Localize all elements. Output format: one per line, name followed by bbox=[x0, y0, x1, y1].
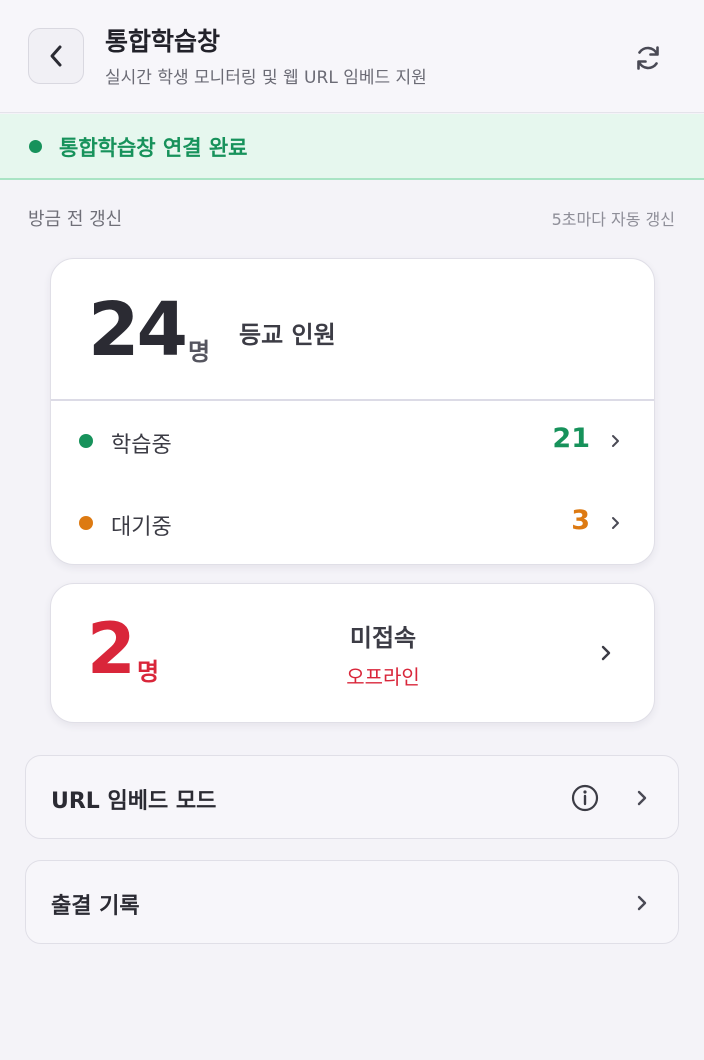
attendance-log-item[interactable]: 출결 기록 bbox=[25, 860, 679, 944]
attendance-count: 24 bbox=[88, 287, 188, 373]
auto-refresh-label: 5초마다 자동 갱신 bbox=[551, 210, 675, 229]
info-icon[interactable] bbox=[570, 783, 600, 813]
waiting-count: 3 bbox=[571, 505, 590, 536]
last-updated-label: 방금 전 갱신 bbox=[28, 209, 123, 230]
status-dot bbox=[29, 140, 42, 153]
page-subtitle: 실시간 학생 모니터링 및 웹 URL 임베드 지원 bbox=[105, 68, 427, 88]
waiting-label: 대기중 bbox=[111, 515, 172, 540]
studying-row[interactable]: 학습중 21 bbox=[51, 411, 654, 471]
chevron-left-icon bbox=[50, 45, 62, 67]
attendance-unit: 명 bbox=[188, 338, 211, 366]
app-header: 통합학습창 실시간 학생 모니터링 및 웹 URL 임베드 지원 bbox=[0, 0, 704, 113]
waiting-dot bbox=[79, 516, 93, 530]
waiting-row[interactable]: 대기중 3 bbox=[51, 493, 654, 553]
attendance-log-label: 출결 기록 bbox=[51, 894, 140, 919]
offline-count: 2 bbox=[87, 608, 136, 690]
connection-status-text: 통합학습창 연결 완료 bbox=[59, 136, 248, 160]
chevron-right-icon bbox=[637, 790, 647, 806]
url-embed-mode-item[interactable]: URL 임베드 모드 bbox=[25, 755, 679, 839]
offline-card[interactable]: 2 명 미접속 오프라인 bbox=[50, 583, 655, 723]
chevron-right-icon bbox=[601, 645, 611, 661]
card-divider bbox=[51, 399, 654, 401]
chevron-right-icon bbox=[612, 517, 619, 529]
url-embed-mode-label: URL 임베드 모드 bbox=[51, 789, 217, 814]
studying-dot bbox=[79, 434, 93, 448]
chevron-right-icon bbox=[612, 435, 619, 447]
connection-status-banner: 통합학습창 연결 완료 bbox=[0, 114, 704, 180]
page-title: 통합학습창 bbox=[105, 27, 221, 56]
back-button[interactable] bbox=[28, 28, 84, 84]
studying-label: 학습중 bbox=[111, 433, 172, 458]
offline-unit: 명 bbox=[137, 658, 160, 686]
studying-count: 21 bbox=[552, 423, 590, 454]
attendance-card: 24 명 등교 인원 학습중 21 대기중 3 bbox=[50, 258, 655, 565]
offline-title: 미접속 bbox=[349, 624, 417, 652]
offline-subtitle: 오프라인 bbox=[346, 665, 420, 689]
chevron-right-icon bbox=[637, 895, 647, 911]
refresh-icon bbox=[637, 46, 659, 70]
refresh-button[interactable] bbox=[630, 40, 666, 76]
attendance-label: 등교 인원 bbox=[239, 321, 336, 349]
